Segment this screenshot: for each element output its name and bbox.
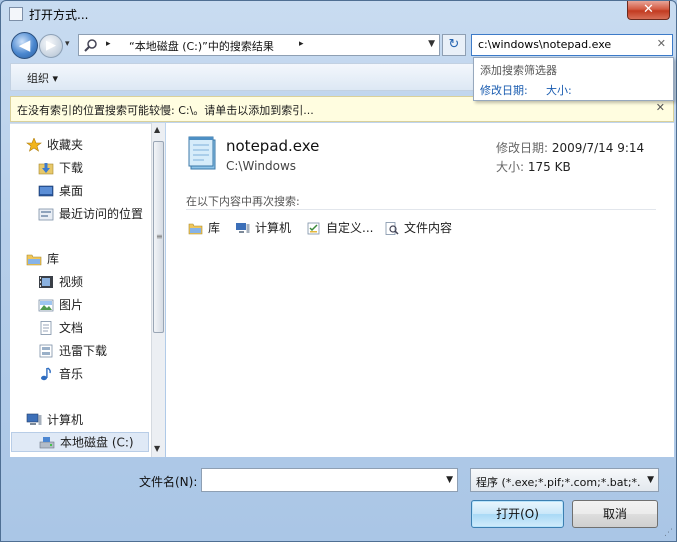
sidebar-item-music[interactable]: 音乐: [38, 365, 83, 385]
computer-icon: [235, 222, 250, 235]
video-icon: [38, 275, 54, 289]
search-clear-icon[interactable]: ✕: [657, 37, 666, 50]
sidebar-item-desktop[interactable]: 桌面: [38, 182, 83, 202]
filetype-value: 程序 (*.exe;*.pif;*.com;*.bat;*.: [476, 476, 641, 489]
result-file-name[interactable]: notepad.exe: [226, 137, 319, 155]
navigation-pane: 收藏夹 下载 桌面 最近访问的位置 库 视频 图片 文档 迅雷下载 音乐 计算机…: [10, 123, 151, 457]
scroll-up-arrow[interactable]: ▲: [154, 125, 160, 134]
magnifier-icon: [84, 38, 98, 55]
breadcrumb-separator[interactable]: ▸: [106, 39, 111, 49]
result-file-path: C:\Windows: [226, 159, 297, 173]
navigation-pane-scrollbar[interactable]: ▲ ≡ ▼: [151, 123, 165, 457]
result-size: 大小: 175 KB: [496, 158, 571, 175]
close-button[interactable]: ✕: [627, 1, 670, 20]
back-button[interactable]: ◀: [11, 32, 38, 59]
organize-menu-button[interactable]: 组织 ▾: [27, 70, 58, 86]
libraries-icon: [26, 252, 42, 266]
libraries-icon: [188, 222, 203, 235]
local-disk-icon: [39, 436, 55, 450]
forward-button[interactable]: ▶: [39, 34, 63, 58]
window-title: 打开方式...: [29, 8, 89, 22]
size-label: 大小:: [496, 160, 525, 174]
search-filter-dropdown: 添加搜索筛选器 修改日期: 大小:: [473, 57, 674, 101]
sidebar-item-computer[interactable]: 计算机: [26, 411, 83, 431]
filename-dropdown-button[interactable]: ▼: [446, 475, 453, 485]
result-date-modified: 修改日期: 2009/7/14 9:14: [496, 139, 644, 156]
scroll-grip-icon: ≡: [156, 232, 163, 241]
search-again-custom[interactable]: 自定义...: [306, 219, 373, 236]
open-button[interactable]: 打开(O): [471, 500, 564, 528]
info-bar-close-icon[interactable]: ✕: [656, 101, 665, 114]
breadcrumb-separator-end[interactable]: ▸: [299, 39, 304, 49]
sidebar-item-videos[interactable]: 视频: [38, 273, 83, 293]
search-again-libraries[interactable]: 库: [188, 219, 220, 236]
filename-combobox[interactable]: ▼: [201, 468, 458, 492]
notepad-file-icon: [186, 135, 218, 171]
scroll-down-arrow[interactable]: ▼: [154, 444, 160, 453]
size-value: 175 KB: [527, 160, 571, 174]
filetype-dropdown-button[interactable]: ▼: [647, 475, 654, 485]
date-modified-label: 修改日期:: [496, 141, 549, 155]
sidebar-item-libraries[interactable]: 库: [26, 250, 59, 270]
custom-folder-icon: [306, 222, 321, 235]
filter-date-modified[interactable]: 修改日期:: [480, 82, 528, 98]
thunder-download-icon: [38, 344, 54, 358]
documents-icon: [38, 320, 54, 335]
sidebar-item-thunder-downloads[interactable]: 迅雷下载: [38, 342, 107, 362]
breadcrumb[interactable]: “本地磁盘 (C:)”中的搜索结果: [129, 38, 274, 54]
search-input-value: c:\windows\notepad.exe: [478, 38, 612, 51]
computer-icon: [26, 413, 42, 427]
star-icon: [26, 136, 42, 152]
scroll-thumb[interactable]: ≡: [153, 141, 164, 333]
pictures-icon: [38, 298, 54, 312]
add-search-filter-label: 添加搜索筛选器: [480, 64, 557, 77]
sidebar-item-favorites[interactable]: 收藏夹: [26, 136, 83, 156]
search-again-heading: 在以下内容中再次搜索:: [186, 195, 300, 208]
index-info-text[interactable]: 在没有索引的位置搜索可能较慢: C:\。请单击以添加到索引...: [17, 102, 314, 118]
search-again-divider: [186, 209, 656, 210]
date-modified-value: 2009/7/14 9:14: [551, 141, 645, 155]
filetype-select[interactable]: 程序 (*.exe;*.pif;*.com;*.bat;*. ▼: [470, 468, 659, 492]
sidebar-item-pictures[interactable]: 图片: [38, 296, 83, 316]
search-results-pane: notepad.exe C:\Windows 修改日期: 2009/7/14 9…: [166, 123, 674, 457]
title-bar[interactable]: 打开方式... ✕: [1, 1, 676, 29]
address-bar[interactable]: ▸ “本地磁盘 (C:)”中的搜索结果 ▸ ▼: [78, 34, 440, 56]
refresh-button[interactable]: ↻: [442, 34, 466, 56]
search-again-computer[interactable]: 计算机: [235, 219, 291, 236]
download-folder-icon: [38, 161, 54, 175]
music-icon: [38, 366, 54, 381]
sidebar-item-recent-places[interactable]: 最近访问的位置: [38, 205, 143, 225]
resize-grip[interactable]: ⋰: [664, 528, 673, 538]
window-icon: [9, 7, 23, 21]
file-contents-icon: [384, 222, 399, 235]
open-with-dialog: 打开方式... ✕ ◀ ▶ ▾ ▸ “本地磁盘 (C:)”中的搜索结果 ▸ ▼ …: [0, 0, 677, 542]
search-again-file-contents[interactable]: 文件内容: [384, 219, 452, 236]
filter-size[interactable]: 大小:: [546, 82, 572, 98]
address-dropdown-button[interactable]: ▼: [428, 39, 435, 49]
sidebar-item-downloads[interactable]: 下载: [38, 159, 83, 179]
sidebar-item-local-disk-c[interactable]: 本地磁盘 (C:): [11, 432, 149, 452]
recent-places-icon: [38, 207, 54, 221]
recent-pages-dropdown[interactable]: ▾: [65, 39, 70, 49]
desktop-icon: [38, 184, 54, 198]
cancel-button[interactable]: 取消: [572, 500, 658, 528]
sidebar-item-documents[interactable]: 文档: [38, 319, 83, 339]
filename-label: 文件名(N):: [139, 475, 198, 489]
search-input[interactable]: c:\windows\notepad.exe ✕: [471, 34, 673, 56]
